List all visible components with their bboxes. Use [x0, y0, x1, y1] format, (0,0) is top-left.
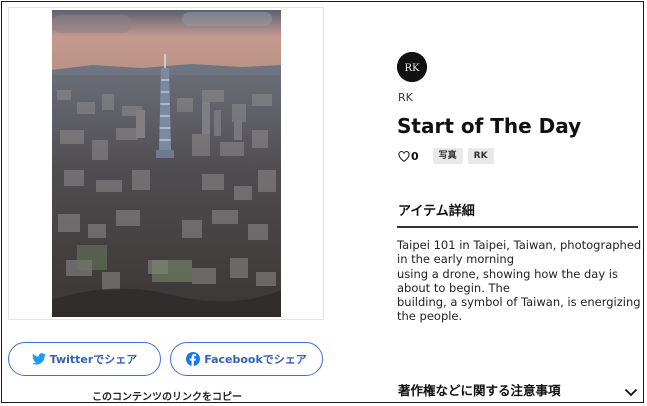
- author-name[interactable]: RK: [398, 91, 413, 104]
- details-divider: [397, 226, 638, 228]
- facebook-icon: [186, 352, 201, 366]
- page-frame: Twitterでシェア Facebookでシェア このコンテンツのリンクをコピー…: [1, 1, 644, 403]
- heart-outline-icon: [398, 147, 410, 166]
- copyright-notice-toggle[interactable]: 著作権などに関する注意事項: [398, 380, 638, 398]
- description-line: Taipei 101 in Taipei, Taiwan, photograph…: [397, 238, 642, 267]
- twitter-share-button[interactable]: Twitterでシェア: [8, 342, 161, 376]
- tag-photo[interactable]: 写真: [432, 148, 463, 164]
- photo-illustration: [52, 10, 281, 317]
- svg-text:RK: RK: [405, 63, 421, 74]
- image-panel: [8, 7, 324, 320]
- twitter-bird-icon: [31, 353, 46, 365]
- author-avatar-logo: RK: [397, 52, 427, 82]
- description-line: building, a symbol of Taiwan, is energiz…: [397, 295, 641, 324]
- twitter-share-label: Twitterでシェア: [49, 353, 138, 366]
- details-heading: アイテム詳細: [398, 204, 475, 219]
- facebook-share-button[interactable]: Facebookでシェア: [170, 342, 323, 376]
- author-avatar[interactable]: RK: [397, 52, 427, 82]
- item-photo[interactable]: [52, 10, 281, 317]
- like-button[interactable]: 0: [398, 147, 419, 166]
- copyright-notice-label: 著作権などに関する注意事項: [398, 383, 561, 398]
- tag-rk[interactable]: RK: [467, 148, 494, 164]
- chevron-down-icon: [624, 382, 638, 401]
- facebook-share-label: Facebookでシェア: [204, 353, 307, 366]
- item-description: Taipei 101 in Taipei, Taiwan, photograph…: [397, 238, 642, 324]
- item-meta: 0 写真 RK: [398, 148, 494, 164]
- copy-link-button[interactable]: このコンテンツのリンクをコピー: [2, 388, 332, 402]
- item-title: Start of The Day: [397, 114, 582, 138]
- description-line: using a drone, showing how the day is ab…: [397, 266, 618, 295]
- like-count: 0: [411, 149, 419, 163]
